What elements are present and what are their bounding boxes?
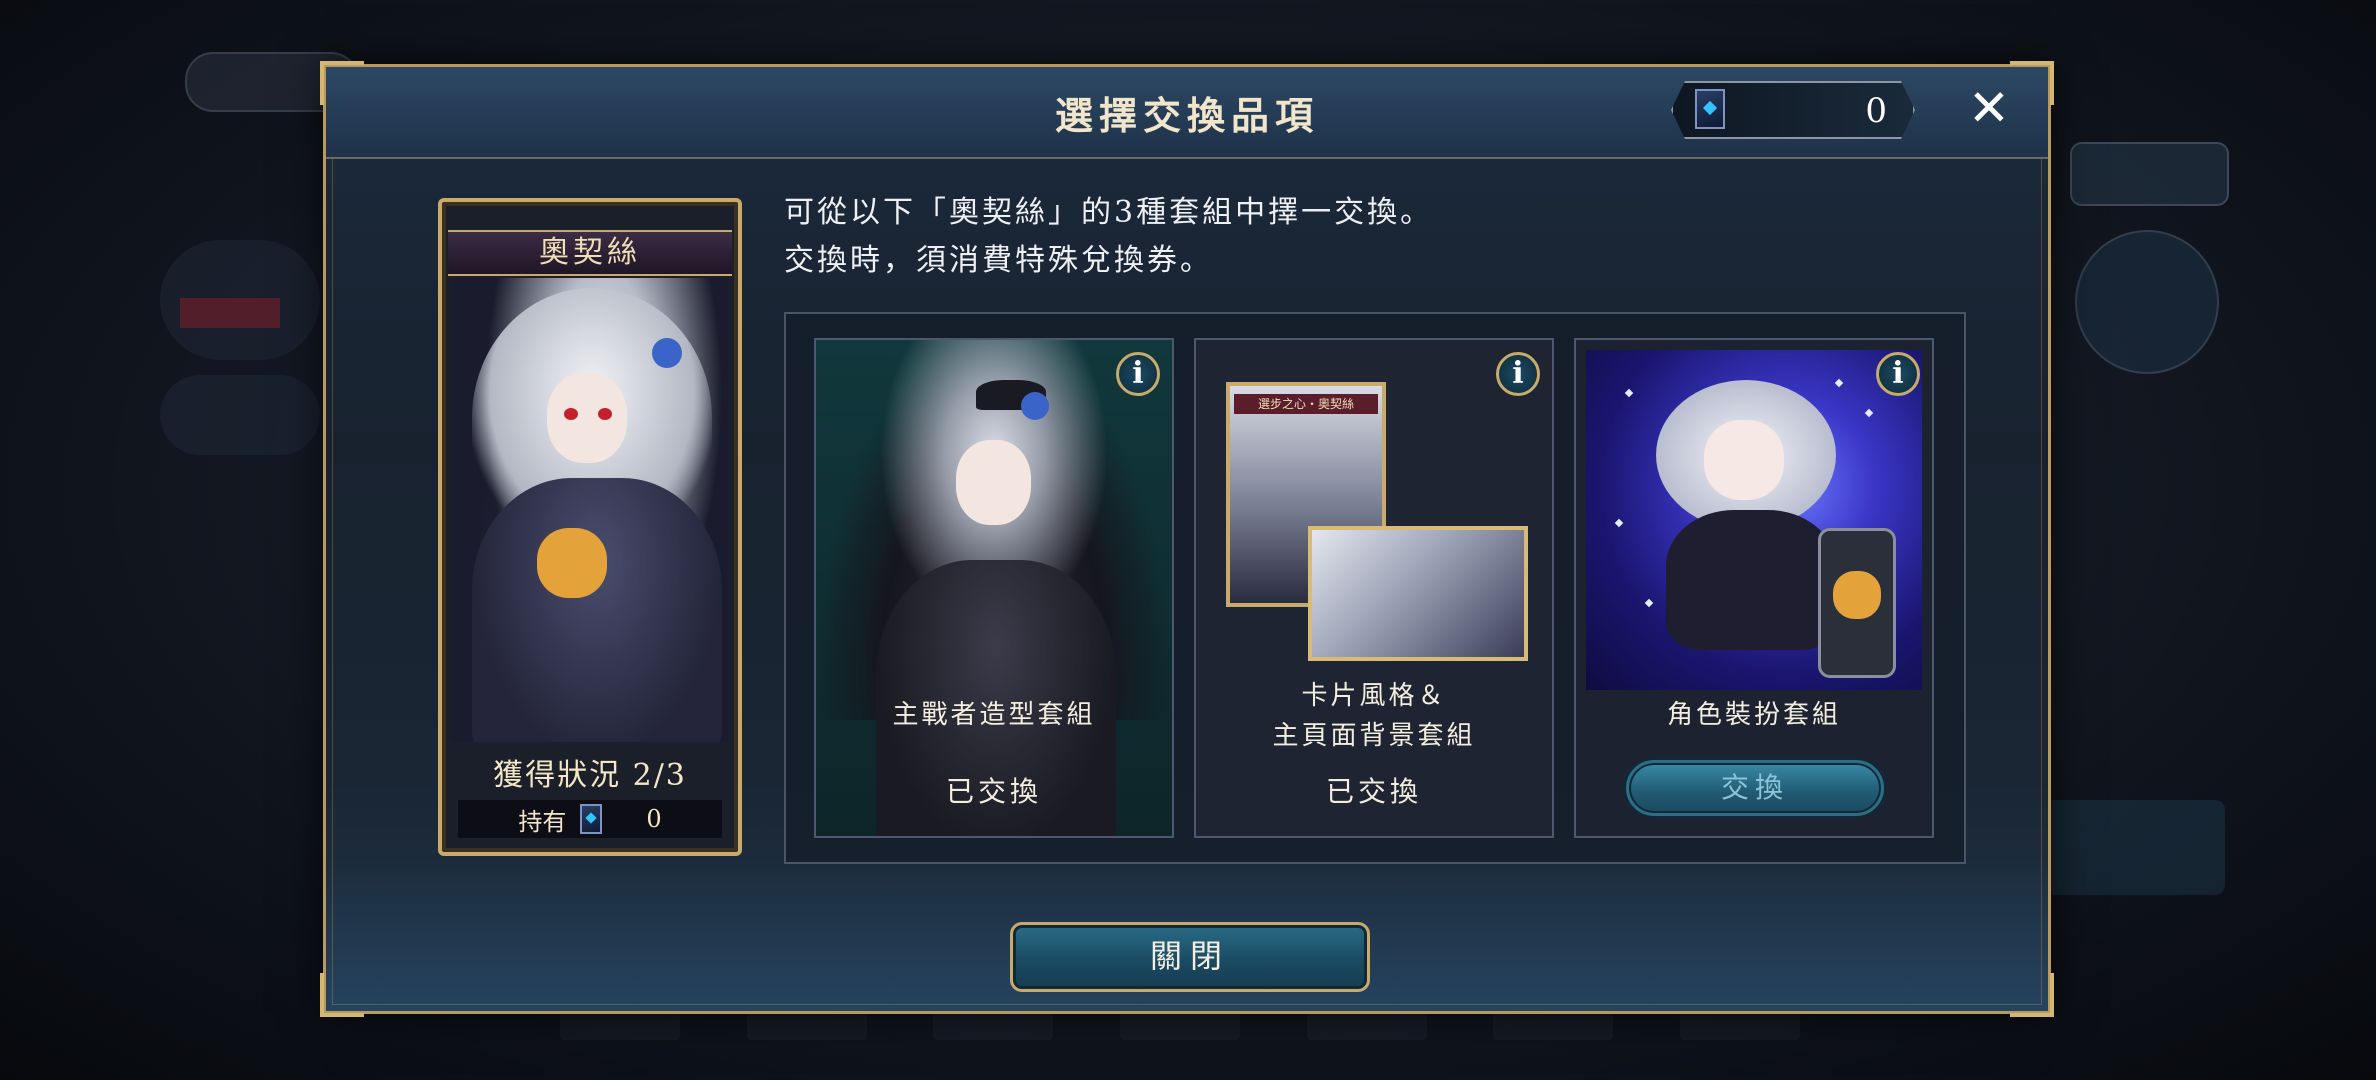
sparkle [1624, 388, 1634, 398]
sparkle [1864, 408, 1874, 418]
character-rose [652, 338, 682, 368]
character-dress [472, 478, 722, 742]
set-card-card-style[interactable]: 選步之心・奧契絲 i 卡片風格＆ 主頁面背景套組 已交換 [1194, 338, 1554, 838]
background-red-banner [180, 298, 280, 328]
set-card-leader-skin[interactable]: i 主戰者造型套組 已交換 [814, 338, 1174, 838]
ticket-icon [580, 804, 603, 834]
sparkle [1614, 518, 1624, 528]
corner-ornament [320, 973, 364, 1017]
close-icon[interactable]: ✕ [1964, 83, 2014, 135]
info-icon[interactable]: i [1116, 352, 1160, 396]
exchange-button[interactable]: 交換 [1626, 760, 1884, 816]
owned-count: 0 [646, 805, 662, 833]
background-detail-button [2070, 142, 2229, 206]
background-exchange-circle [2075, 230, 2219, 374]
mini-background-art [1308, 526, 1528, 661]
ticket-count: 0 [1865, 91, 1887, 131]
ticket-counter: 0 [1671, 81, 1915, 139]
owned-label: 持有 [518, 807, 567, 836]
set-art [816, 340, 1172, 836]
phone-art [1818, 528, 1896, 678]
exchange-dialog: 選擇交換品項 0 ✕ 奧契絲 獲得狀況 2/3 持有 0 可從以下「奧契絲」的3… [320, 61, 2054, 1017]
corner-ornament [2010, 973, 2054, 1017]
character-face [547, 373, 627, 463]
set-status: 已交換 [945, 775, 1042, 808]
character-art [452, 278, 728, 742]
sets-panel: i 主戰者造型套組 已交換 選步之心・奧契絲 i 卡片風格＆ 主頁面背景套組 已… [784, 312, 1966, 864]
character-card: 奧契絲 獲得狀況 2/3 持有 0 [438, 198, 742, 856]
chibi-dress [1666, 510, 1836, 650]
background-badge [160, 375, 320, 455]
description-line: 可從以下「奧契絲」的3種套組中擇一交換。 [784, 195, 1434, 230]
background-panel [2045, 800, 2225, 895]
sparkle [1644, 598, 1654, 608]
chibi-face [1704, 420, 1784, 500]
set-label: 角色裝扮套組 [1666, 700, 1841, 730]
set-label: 主戰者造型套組 [892, 700, 1096, 730]
character-name: 奧契絲 [448, 230, 732, 276]
set-art [1586, 350, 1922, 690]
acquire-status: 獲得狀況 2/3 [493, 758, 687, 793]
close-button[interactable]: 關閉 [1010, 922, 1370, 992]
description-line: 交換時，須消費特殊兌換券。 [784, 243, 1213, 278]
art-rose [1021, 392, 1049, 420]
ticket-icon [1695, 89, 1725, 129]
art-face [956, 440, 1031, 525]
character-eye [564, 408, 578, 420]
sparkle [1834, 378, 1844, 388]
info-icon[interactable]: i [1876, 352, 1920, 396]
set-label: 主頁面背景套組 [1272, 721, 1476, 751]
set-status: 已交換 [1325, 775, 1422, 808]
mini-card-tag: 選步之心・奧契絲 [1234, 394, 1378, 414]
dialog-header: 選擇交換品項 0 ✕ [326, 67, 2048, 159]
character-eye [598, 408, 612, 420]
character-plush [537, 528, 607, 598]
info-icon[interactable]: i [1496, 352, 1540, 396]
set-card-costume[interactable]: i 角色裝扮套組 交換 [1574, 338, 1934, 838]
owned-tickets: 持有 0 [458, 800, 722, 838]
description: 可從以下「奧契絲」的3種套組中擇一交換。 交換時，須消費特殊兌換券。 [784, 189, 1433, 285]
set-label: 卡片風格＆ [1301, 681, 1447, 711]
